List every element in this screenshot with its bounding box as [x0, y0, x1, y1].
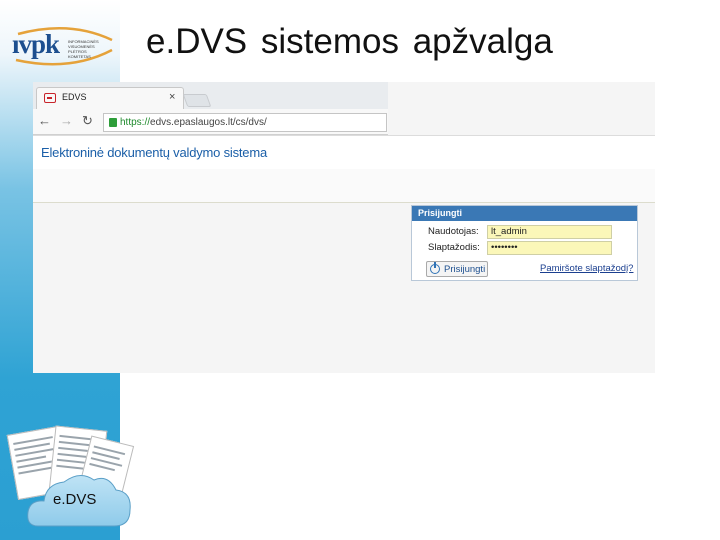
url-path: edvs.epaslaugos.lt/cs/dvs/ — [150, 117, 267, 128]
login-header: Prisijungti — [412, 206, 637, 221]
favicon-icon — [44, 93, 56, 103]
tab-strip: EDVS × — [33, 82, 388, 109]
lock-icon — [109, 118, 117, 127]
username-input[interactable]: lt_admin — [487, 225, 612, 239]
app-header: Elektroninė dokumentų valdymo sistema — [33, 135, 655, 169]
login-button-label: Prisijungti — [444, 264, 486, 275]
app-title: Elektroninė dokumentų valdymo sistema — [41, 145, 267, 160]
logo-subtitle: INFORMACINĖS VISUOMENĖS PLĖTROS KOMITETA… — [68, 39, 99, 59]
slide-title: e.DVS sistemos apžvalga — [146, 22, 553, 61]
logo-text: ıvpk — [12, 29, 60, 59]
reload-icon[interactable]: ↻ — [82, 114, 93, 128]
power-icon — [430, 262, 440, 274]
tab-title: EDVS — [62, 92, 87, 102]
username-row: Naudotojas: lt_admin — [412, 224, 639, 239]
forgot-password-link[interactable]: Pamiršote slaptažodį? — [540, 263, 633, 274]
ivpk-logo: ıvpk INFORMACINĖS VISUOMENĖS PLĖTROS KOM… — [10, 26, 114, 66]
password-row: Slaptažodis: •••••••• — [412, 240, 639, 255]
back-arrow-icon[interactable]: ← — [38, 114, 51, 128]
cloud-label: e.DVS — [53, 491, 97, 508]
app-band — [33, 169, 655, 203]
browser-chrome: EDVS × ← → ↻ https://edvs.epaslaugos.lt/… — [33, 82, 388, 135]
login-button[interactable]: Prisijungti — [426, 261, 488, 277]
forward-arrow-icon[interactable]: → — [60, 114, 73, 128]
browser-screenshot: EDVS × ← → ↻ https://edvs.epaslaugos.lt/… — [33, 82, 655, 373]
url-scheme: https:// — [120, 117, 151, 128]
close-icon[interactable]: × — [169, 91, 175, 103]
browser-tab[interactable]: EDVS × — [36, 87, 184, 109]
url-text: https://edvs.epaslaugos.lt/cs/dvs/ — [120, 117, 267, 128]
new-tab-button[interactable] — [182, 94, 212, 107]
navigation-bar: ← → ↻ https://edvs.epaslaugos.lt/cs/dvs/ — [33, 109, 388, 135]
password-input[interactable]: •••••••• — [487, 241, 612, 255]
username-label: Naudotojas: — [428, 226, 479, 237]
address-bar[interactable]: https://edvs.epaslaugos.lt/cs/dvs/ — [103, 113, 387, 132]
login-panel: Prisijungti Naudotojas: lt_admin Slaptaž… — [411, 205, 638, 281]
password-label: Slaptažodis: — [428, 242, 480, 253]
